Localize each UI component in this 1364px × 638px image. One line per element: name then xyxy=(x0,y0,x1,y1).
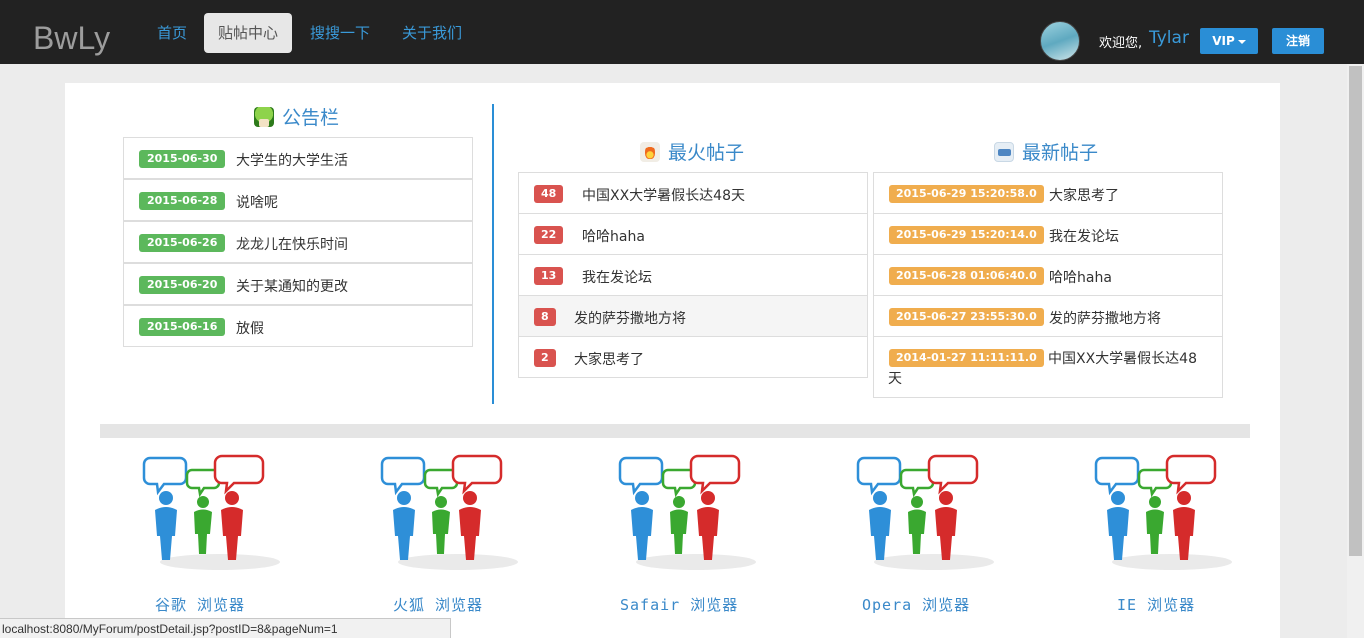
nav-item-search[interactable]: 搜搜一下 xyxy=(310,24,370,42)
brand-logo[interactable]: BwLy xyxy=(33,18,110,58)
discussion-people-icon[interactable] xyxy=(616,450,776,575)
discussion-people-icon[interactable] xyxy=(140,450,300,575)
reply-count-badge: 13 xyxy=(534,267,564,285)
new-posts-title: 最新帖子 xyxy=(994,138,1098,165)
post-time-badge: 2015-06-29 15:20:14.0 xyxy=(889,226,1044,244)
new-post-item[interactable]: 2015-06-28 01:06:40.0 哈哈haha xyxy=(873,254,1223,296)
announcement-date-badge: 2015-06-30 xyxy=(139,150,226,168)
discussion-people-icon[interactable] xyxy=(1092,450,1252,575)
reply-count-badge: 22 xyxy=(534,226,564,244)
discussion-people-icon[interactable] xyxy=(378,450,538,575)
announcement-item[interactable]: 2015-06-16 放假 xyxy=(123,305,473,347)
new-post-title[interactable]: 大家思考了 xyxy=(1049,185,1119,205)
hot-post-title[interactable]: 中国XX大学暑假长达48天 xyxy=(582,185,745,205)
welcome-text: 欢迎您, xyxy=(1099,36,1143,51)
logout-button[interactable]: 注销 xyxy=(1272,28,1324,54)
hot-post-title[interactable]: 我在发论坛 xyxy=(582,267,652,287)
hot-post-title[interactable]: 发的萨芬撒地方将 xyxy=(574,308,686,328)
announcement-date-badge: 2015-06-28 xyxy=(139,192,226,210)
hot-post-item[interactable]: 48 中国XX大学暑假长达48天 xyxy=(518,172,868,214)
vertical-divider xyxy=(492,104,494,404)
vip-dropdown-button[interactable]: VIP xyxy=(1200,28,1258,54)
hot-post-title[interactable]: 大家思考了 xyxy=(574,349,644,369)
hot-post-item[interactable]: 2 大家思考了 xyxy=(518,336,868,378)
nav-item-home[interactable]: 首页 xyxy=(157,24,187,42)
nav-item-post-center[interactable]: 贴帖中心 xyxy=(204,13,293,53)
new-post-item[interactable]: 2015-06-27 23:55:30.0 发的萨芬撒地方将 xyxy=(873,295,1223,337)
discussion-people-icon[interactable] xyxy=(854,450,1014,575)
announcement-date-badge: 2015-06-26 xyxy=(139,234,226,252)
hot-post-item[interactable]: 22 哈哈haha xyxy=(518,213,868,255)
new-post-title[interactable]: 中国XX大学暑假长达48天 xyxy=(888,349,1208,389)
new-post-title[interactable]: 我在发论坛 xyxy=(1049,226,1119,246)
hot-post-item[interactable]: 8 发的萨芬撒地方将 xyxy=(518,295,868,337)
browser-label[interactable]: Safair 浏览器 xyxy=(620,594,738,615)
nav-item-about[interactable]: 关于我们 xyxy=(402,24,462,42)
announcement-date-badge: 2015-06-20 xyxy=(139,276,226,294)
announcement-text[interactable]: 龙龙儿在快乐时间 xyxy=(236,234,348,254)
hot-post-title[interactable]: 哈哈haha xyxy=(582,226,645,246)
reply-count-badge: 8 xyxy=(534,308,556,326)
announcement-item[interactable]: 2015-06-20 关于某通知的更改 xyxy=(123,263,473,305)
browser-label[interactable]: 谷歌 浏览器 xyxy=(155,594,245,615)
announcements-title: 公告栏 xyxy=(254,103,339,130)
browser-label[interactable]: IE 浏览器 xyxy=(1117,594,1195,615)
post-time-badge: 2015-06-27 23:55:30.0 xyxy=(889,308,1044,326)
section-separator xyxy=(100,424,1250,438)
new-post-title[interactable]: 哈哈haha xyxy=(1049,267,1112,287)
announcement-item[interactable]: 2015-06-26 龙龙儿在快乐时间 xyxy=(123,221,473,263)
username-link[interactable]: Tylar xyxy=(1149,28,1189,48)
hot-post-item[interactable]: 13 我在发论坛 xyxy=(518,254,868,296)
top-navbar: BwLy 首页 贴帖中心 搜搜一下 关于我们 欢迎您, Tylar VIP 注销 xyxy=(0,0,1364,64)
reply-count-badge: 48 xyxy=(534,185,564,203)
reply-count-badge: 2 xyxy=(534,349,556,367)
browser-label[interactable]: Opera 浏览器 xyxy=(862,594,970,615)
mushroom-icon xyxy=(254,106,274,127)
post-time-badge: 2015-06-28 01:06:40.0 xyxy=(889,267,1044,285)
browser-label[interactable]: 火狐 浏览器 xyxy=(393,594,483,615)
browser-status-bar: localhost:8080/MyForum/postDetail.jsp?po… xyxy=(0,618,451,638)
new-posts-title-text: 最新帖子 xyxy=(1022,142,1099,164)
caret-down-icon xyxy=(1237,39,1246,44)
announcement-item[interactable]: 2015-06-30 大学生的大学生活 xyxy=(123,137,473,179)
announcement-text[interactable]: 说啥呢 xyxy=(236,192,278,212)
announcement-text[interactable]: 关于某通知的更改 xyxy=(236,276,348,296)
vip-label: VIP xyxy=(1212,34,1235,48)
announcement-text[interactable]: 大学生的大学生活 xyxy=(236,150,348,170)
new-post-title[interactable]: 发的萨芬撒地方将 xyxy=(1049,308,1161,328)
announcement-date-badge: 2015-06-16 xyxy=(139,318,226,336)
new-post-item[interactable]: 2015-06-29 15:20:58.0 大家思考了 xyxy=(873,172,1223,214)
vertical-scrollbar[interactable] xyxy=(1347,64,1364,638)
announcement-text[interactable]: 放假 xyxy=(236,318,264,338)
user-avatar[interactable] xyxy=(1040,21,1080,61)
new-badge-icon xyxy=(994,141,1014,162)
announcement-item[interactable]: 2015-06-28 说啥呢 xyxy=(123,179,473,221)
post-time-badge: 2015-06-29 15:20:58.0 xyxy=(889,185,1044,203)
fire-icon xyxy=(640,141,660,162)
new-post-item[interactable]: 2015-06-29 15:20:14.0 我在发论坛 xyxy=(873,213,1223,255)
scrollbar-thumb[interactable] xyxy=(1349,66,1362,556)
hot-posts-title: 最火帖子 xyxy=(640,138,744,165)
hot-posts-title-text: 最火帖子 xyxy=(668,142,745,164)
new-post-item[interactable]: 2014-01-27 11:11:11.0 中国XX大学暑假长达48天 xyxy=(873,336,1223,398)
announcements-title-text: 公告栏 xyxy=(282,107,340,129)
